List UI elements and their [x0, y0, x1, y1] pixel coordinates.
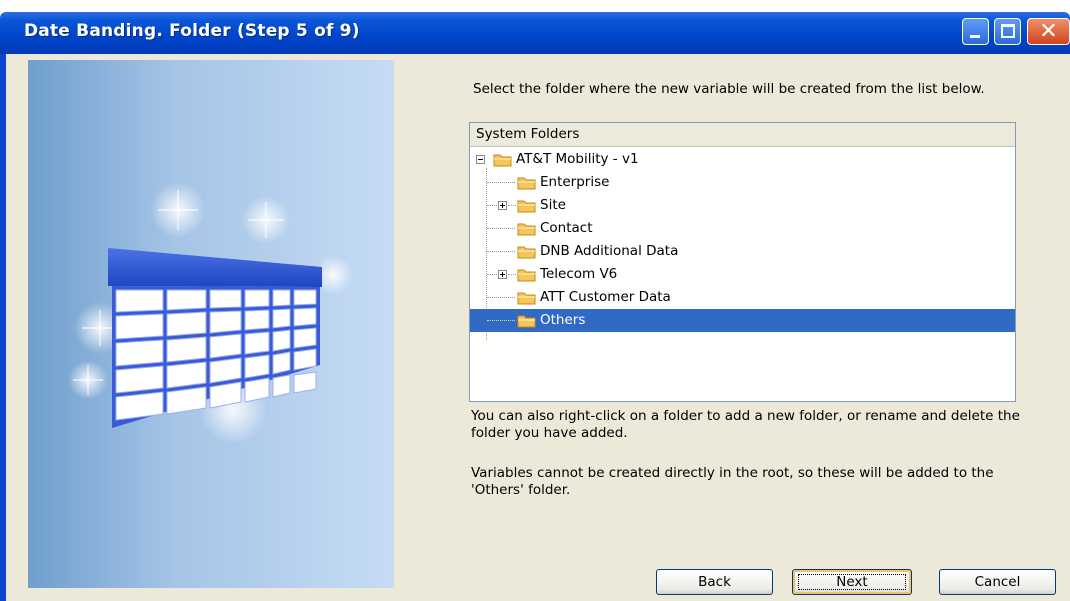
- maximize-icon: [1001, 24, 1015, 38]
- help-text-rename: You can also right-click on a folder to …: [471, 408, 1020, 441]
- tree-guide-line: [508, 274, 516, 276]
- window-border: [0, 54, 6, 601]
- close-button[interactable]: ✕: [1027, 18, 1070, 45]
- folder-icon: [517, 315, 536, 328]
- tree-node-root[interactable]: AT&T Mobility - v1: [470, 148, 1015, 171]
- tree-node-label: Others: [540, 312, 586, 328]
- tree-guide-line: [487, 182, 515, 184]
- expand-icon[interactable]: [498, 201, 507, 210]
- tree-guide-line: [487, 205, 497, 207]
- tree-node-others[interactable]: Others: [470, 309, 1015, 332]
- tree-guide-line: [487, 228, 515, 230]
- tree-node-label: Site: [540, 197, 566, 213]
- cancel-button[interactable]: Cancel: [939, 569, 1056, 595]
- collapse-icon[interactable]: [476, 155, 485, 164]
- table-graphic-icon: [68, 182, 353, 444]
- tree-node-label: Contact: [540, 220, 593, 236]
- tree-node-telecom-v6[interactable]: Telecom V6: [470, 263, 1015, 286]
- tree-guide-line: [487, 320, 515, 322]
- tree-node-att-customer-data[interactable]: ATT Customer Data: [470, 286, 1015, 309]
- tree-header[interactable]: System Folders: [470, 123, 1015, 147]
- help-text-root: Variables cannot be created directly in …: [471, 465, 994, 498]
- folder-icon: [517, 246, 536, 259]
- folder-icon: [517, 200, 536, 213]
- tree-guide-line: [508, 205, 516, 207]
- tree-node-label: DNB Additional Data: [540, 243, 679, 259]
- folder-open-icon: [493, 154, 512, 167]
- expand-icon[interactable]: [498, 270, 507, 279]
- instruction-text: Select the folder where the new variable…: [473, 81, 985, 97]
- wizard-illustration: [28, 60, 394, 588]
- maximize-button[interactable]: [994, 18, 1021, 45]
- tree-guide-line: [487, 297, 515, 299]
- window-title: Date Banding. Folder (Step 5 of 9): [24, 21, 360, 41]
- tree-node-enterprise[interactable]: Enterprise: [470, 171, 1015, 194]
- folder-tree[interactable]: System Folders AT&T Mobility - v1 Enterp…: [469, 122, 1016, 402]
- folder-icon: [517, 223, 536, 236]
- close-icon: ✕: [1039, 19, 1058, 44]
- tree-node-label: ATT Customer Data: [540, 289, 671, 305]
- folder-icon: [517, 292, 536, 305]
- focus-rect: [798, 574, 906, 590]
- tree-guide-line: [487, 274, 497, 276]
- folder-icon: [517, 177, 536, 190]
- tree-node-label: Telecom V6: [540, 266, 618, 282]
- next-button[interactable]: Next: [792, 569, 912, 595]
- tree-node-site[interactable]: Site: [470, 194, 1015, 217]
- wizard-window: Date Banding. Folder (Step 5 of 9) ✕ Sel…: [0, 0, 1070, 601]
- minimize-icon: [970, 35, 980, 38]
- tree-node-label: AT&T Mobility - v1: [516, 151, 639, 167]
- tree-node-label: Enterprise: [540, 174, 610, 190]
- folder-icon: [517, 269, 536, 282]
- tree-node-dnb-additional-data[interactable]: DNB Additional Data: [470, 240, 1015, 263]
- title-bar[interactable]: Date Banding. Folder (Step 5 of 9) ✕: [0, 12, 1070, 54]
- tree-node-contact[interactable]: Contact: [470, 217, 1015, 240]
- minimize-button[interactable]: [962, 18, 989, 45]
- tree-guide-line: [487, 251, 515, 253]
- back-button[interactable]: Back: [656, 569, 773, 595]
